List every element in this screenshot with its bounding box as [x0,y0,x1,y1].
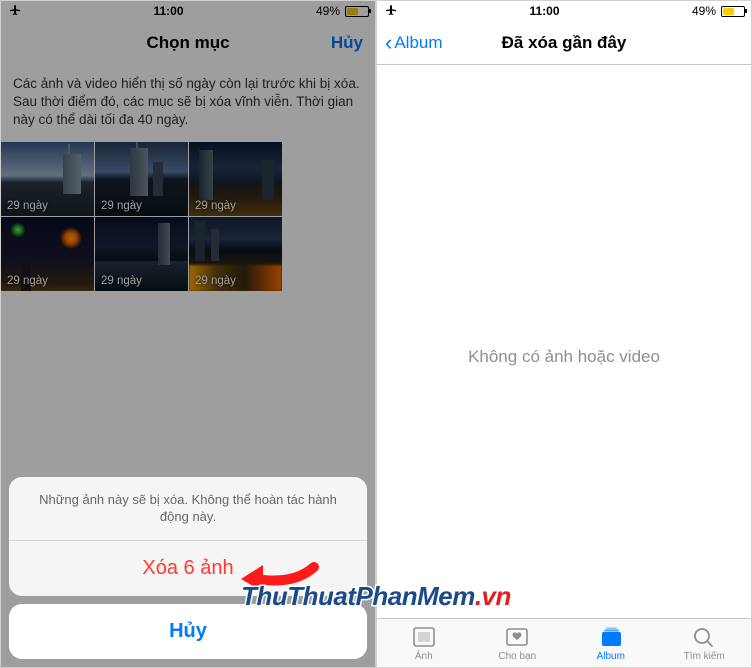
nav-title: Đã xóa gần đây [502,33,627,53]
right-screen: 11:00 49% ‹ Album Đã xóa gần đây Không c… [376,0,752,668]
tab-foryou[interactable]: Cho bạn [487,625,547,662]
status-bar: 11:00 49% [377,1,751,21]
foryou-icon [504,625,530,649]
search-icon [691,625,717,649]
chevron-left-icon: ‹ [385,32,392,54]
albums-icon [598,625,624,649]
clock: 11:00 [529,4,559,18]
tab-bar: Ảnh Cho bạn Album Tìm kiếm [377,618,751,667]
watermark: ThuThuatPhanMem.vn [241,581,511,612]
sheet-cancel-button[interactable]: Hủy [9,604,367,659]
battery-percent: 49% [692,4,716,18]
action-sheet: Những ảnh này sẽ bị xóa. Không thể hoàn … [9,477,367,659]
back-button[interactable]: ‹ Album [385,32,443,54]
airplane-icon [383,4,397,19]
empty-state-text: Không có ảnh hoặc video [377,347,751,367]
left-screen: 11:00 49% Chọn mục Hủy Các ảnh và video … [0,0,376,668]
nav-bar: ‹ Album Đã xóa gần đây [377,21,751,65]
battery-icon [721,6,745,17]
tab-albums[interactable]: Album [581,625,641,662]
tab-search[interactable]: Tìm kiếm [674,625,734,662]
tab-photos[interactable]: Ảnh [394,625,454,662]
sheet-message: Những ảnh này sẽ bị xóa. Không thể hoàn … [9,477,367,541]
photos-icon [411,625,437,649]
